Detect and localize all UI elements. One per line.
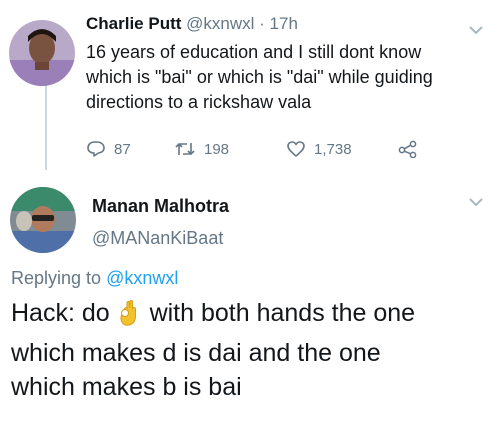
heart-icon — [287, 141, 305, 157]
ok-hand-icon — [119, 299, 141, 336]
tweet-header: Charlie Putt @kxnwxl · 17h — [86, 14, 298, 34]
like-button[interactable]: 1,738 — [286, 140, 352, 158]
avatar-charlie[interactable] — [9, 20, 75, 86]
tweet-line-start: Hack: do — [11, 299, 110, 327]
tweet-line: Hack: do with both hands the one — [11, 296, 491, 336]
tweet-line: which makes b is bai — [11, 373, 242, 401]
reply-icon — [87, 141, 105, 157]
avatar-manan[interactable] — [10, 187, 76, 253]
tweet-text: 16 years of education and I still dont k… — [86, 40, 486, 115]
reply-button[interactable]: 87 — [86, 140, 131, 158]
share-button[interactable] — [398, 140, 426, 158]
chevron-down-icon[interactable] — [468, 24, 484, 36]
tweet-line-end: with both hands the one — [149, 299, 416, 327]
retweet-count: 198 — [204, 140, 230, 158]
replying-prefix: Replying to — [11, 268, 102, 288]
replying-to-link[interactable]: @kxnwxl — [106, 268, 178, 288]
tweet-time[interactable]: 17h — [270, 14, 298, 33]
retweet-icon — [175, 143, 195, 155]
author-handle[interactable]: @MANanKiBaat — [92, 228, 223, 249]
tweet-text: Hack: do with both hands the one which m… — [11, 296, 491, 404]
tweet-line: which makes d is dai and the one — [11, 339, 381, 367]
replying-to: Replying to @kxnwxl — [11, 268, 178, 289]
retweet-button[interactable]: 198 — [174, 140, 229, 158]
separator-dot: · — [259, 14, 265, 33]
author-name[interactable]: Charlie Putt — [86, 14, 181, 33]
reply-count: 87 — [114, 140, 131, 158]
author-handle[interactable]: @kxnwxl — [186, 14, 254, 33]
tweet-line: directions to a rickshaw vala — [86, 92, 312, 112]
tweet-line: 16 years of education and I still dont k… — [86, 42, 422, 62]
author-name[interactable]: Manan Malhotra — [92, 196, 229, 217]
thread-line — [45, 82, 47, 170]
tweet-line: which is "bai" or which is "dai" while g… — [86, 67, 433, 87]
share-icon — [398, 140, 417, 158]
chevron-down-icon[interactable] — [468, 196, 484, 208]
like-count: 1,738 — [314, 140, 352, 158]
